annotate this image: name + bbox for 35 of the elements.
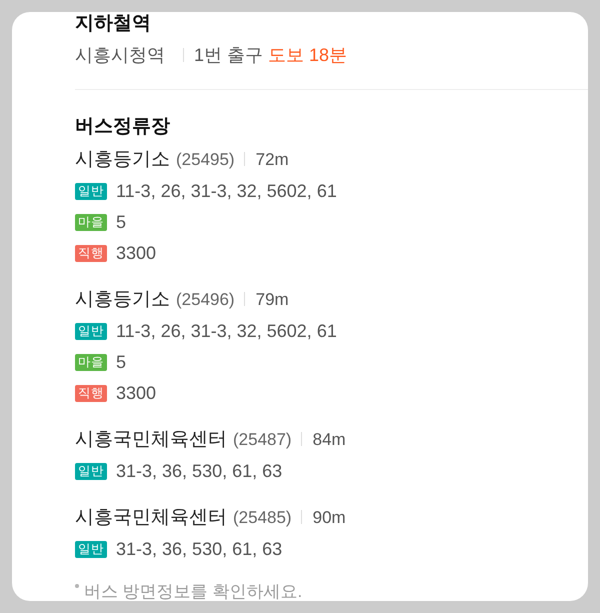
- route-numbers: 11-3, 26, 31-3, 32, 5602, 61: [116, 181, 337, 201]
- route-type-tag: 직행: [75, 385, 107, 402]
- stop-id: (25495): [176, 150, 235, 169]
- walk-time: 도보 18분: [268, 45, 348, 65]
- exit-info: 1번 출구: [194, 45, 264, 65]
- stop-distance: 72m: [256, 150, 289, 169]
- route-numbers: 3300: [116, 383, 156, 403]
- route-type-tag: 일반: [75, 463, 107, 480]
- route-type-tag: 마을: [75, 214, 107, 231]
- stop-distance: 84m: [312, 430, 346, 449]
- note-text: 버스 방면정보를 확인하세요.: [84, 582, 302, 601]
- stop-name: 시흥등기소: [75, 289, 170, 310]
- route-numbers: 31-3, 36, 530, 61, 63: [116, 461, 282, 481]
- stop-id: (25496): [176, 290, 235, 309]
- route-type-tag: 일반: [75, 323, 107, 340]
- route-numbers: 5: [116, 352, 126, 372]
- station-name: 시흥시청역: [75, 45, 165, 65]
- route-type-tag: 일반: [75, 183, 107, 200]
- section-title: 지하철역: [75, 12, 152, 36]
- route-numbers: 31-3, 36, 530, 61, 63: [116, 539, 282, 559]
- route-numbers: 3300: [116, 243, 156, 263]
- stop-name: 시흥국민체육센터: [75, 507, 227, 528]
- section-title: 버스정류장: [75, 115, 171, 139]
- route-numbers: 5: [116, 212, 126, 232]
- stop-distance: 79m: [256, 290, 289, 309]
- stop-id: (25487): [233, 430, 292, 449]
- route-type-tag: 일반: [75, 541, 107, 558]
- route-numbers: 11-3, 26, 31-3, 32, 5602, 61: [116, 321, 337, 341]
- stop-distance: 90m: [312, 508, 346, 527]
- stop-name: 시흥국민체육센터: [75, 429, 227, 450]
- stop-id: (25485): [233, 508, 292, 527]
- route-type-tag: 마을: [75, 354, 107, 371]
- bullet-icon: [75, 584, 79, 588]
- stop-name: 시흥등기소: [75, 149, 170, 170]
- route-type-tag: 직행: [75, 245, 107, 262]
